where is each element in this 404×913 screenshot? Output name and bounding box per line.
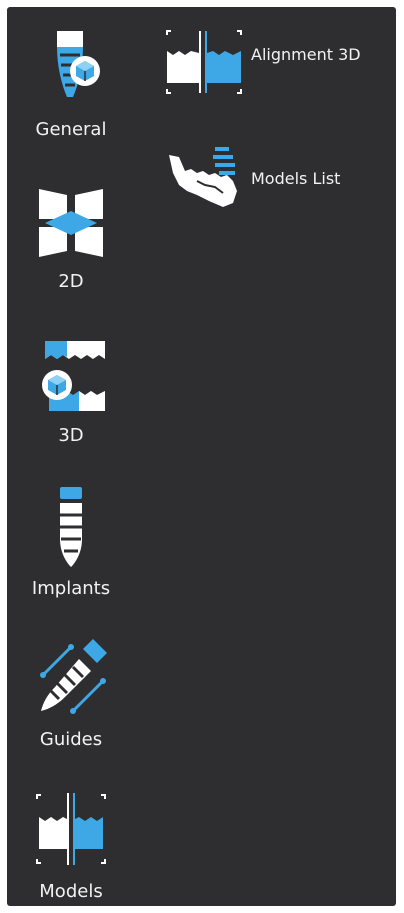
sidebar-nav: General 2D 3D Implants Guides Models — [7, 7, 135, 906]
sidebar-item-models[interactable]: Models — [7, 787, 135, 906]
implant-3d-cube-icon — [27, 25, 115, 113]
tool-label: Models List — [251, 169, 341, 188]
sidebar-item-3d[interactable]: 3D — [7, 333, 135, 473]
jaw-3d-cube-icon — [27, 333, 115, 421]
sidebar-item-implants[interactable]: Implants — [7, 485, 135, 625]
panoramic-slices-icon — [27, 179, 115, 267]
sidebar-item-general[interactable]: General — [7, 25, 135, 165]
sidebar-item-label: General — [35, 119, 107, 140]
sidebar-item-guides[interactable]: Guides — [7, 635, 135, 775]
alignment-3d-button[interactable]: Alignment 3D — [157, 27, 387, 97]
implant-icon — [27, 485, 115, 573]
tool-label: Alignment 3D — [251, 45, 361, 64]
sidebar-item-label: 3D — [58, 425, 84, 446]
sidebar-item-label: Guides — [39, 729, 103, 750]
models-align-icon — [27, 787, 115, 875]
sidebar-item-label: 2D — [58, 271, 84, 292]
models-list-icon — [157, 141, 251, 211]
app-window: General 2D 3D Implants Guides Models Ali… — [7, 7, 396, 906]
sidebar-item-2d[interactable]: 2D — [7, 179, 135, 319]
sidebar-item-label: Models — [39, 881, 103, 902]
alignment-3d-icon — [157, 27, 251, 97]
surgical-guide-icon — [27, 635, 115, 723]
sidebar-item-label: Implants — [31, 578, 111, 599]
models-list-button[interactable]: Models List — [157, 141, 387, 211]
